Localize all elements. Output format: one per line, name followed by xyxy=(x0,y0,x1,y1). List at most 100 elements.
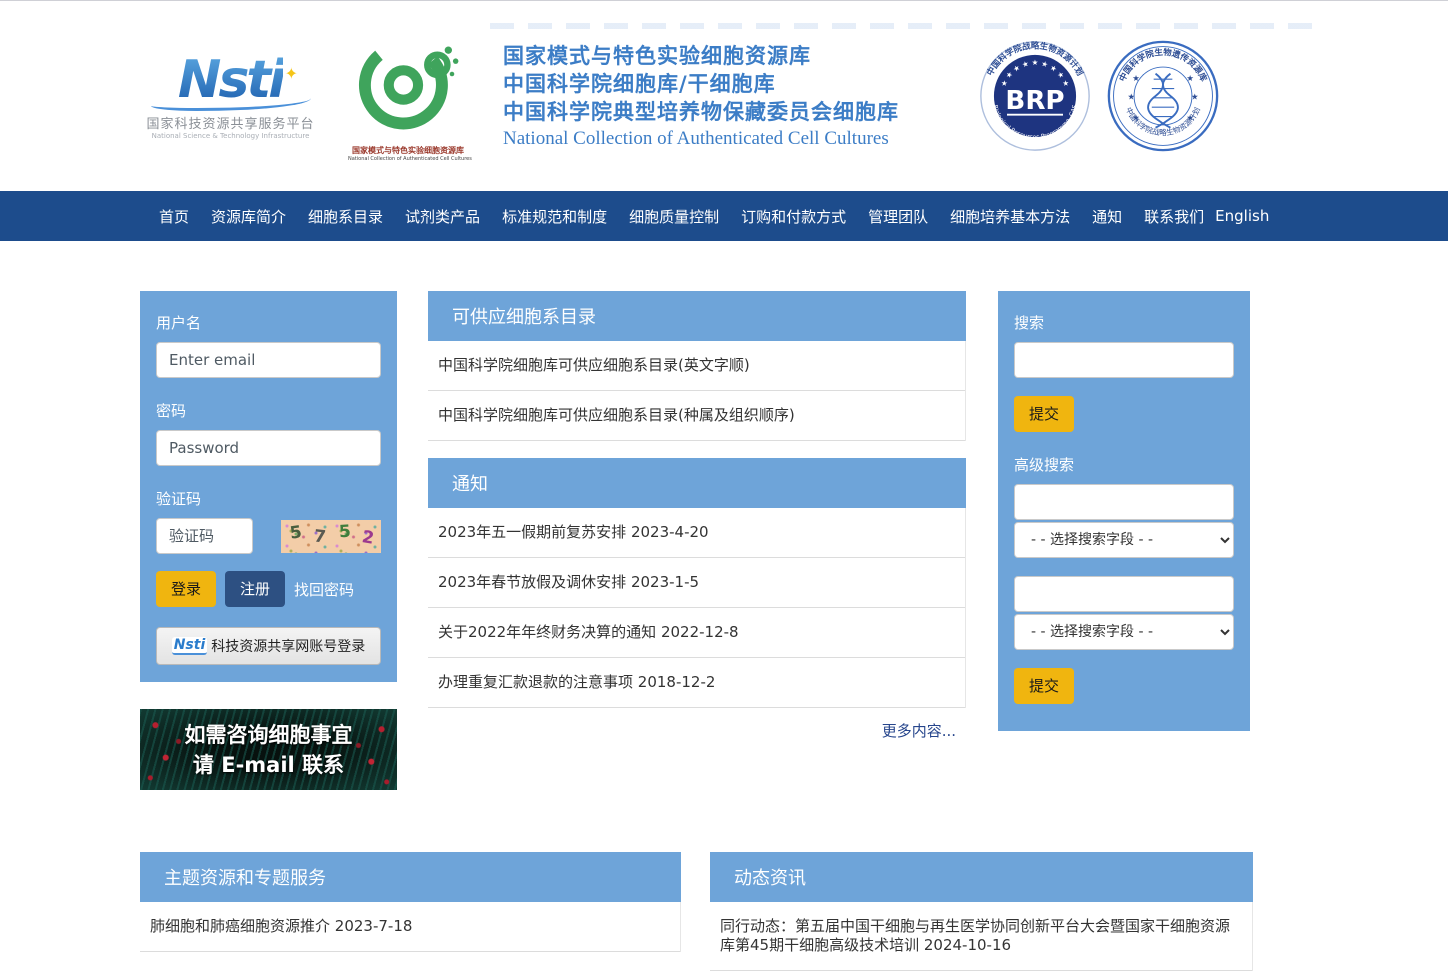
title-line-3: 中国科学院典型培养物保藏委员会细胞库 xyxy=(503,98,899,126)
main-nav: 首页 资源库简介 细胞系目录 试剂类产品 标准规范和制度 细胞质量控制 订购和付… xyxy=(0,191,1448,241)
left-column: 用户名 密码 验证码 5 7 5 2 登录 注册 找回密码 Nsti xyxy=(140,291,397,790)
topic-title: 肺细胞和肺癌细胞资源推介 xyxy=(150,917,330,935)
nav-item-culture-methods[interactable]: 细胞培养基本方法 xyxy=(939,206,1081,227)
bottom-row: 主题资源和专题服务 肺细胞和肺癌细胞资源推介 2023-7-18 动态资讯 同行… xyxy=(140,852,1448,971)
nav-item-team[interactable]: 管理团队 xyxy=(857,206,939,227)
nav-item-quality-control[interactable]: 细胞质量控制 xyxy=(618,206,730,227)
captcha-label: 验证码 xyxy=(156,488,381,509)
captcha-digit: 5 xyxy=(338,521,351,542)
catalog-item-species-tissue[interactable]: 中国科学院细胞库可供应细胞系目录(种属及组织顺序) xyxy=(428,391,965,441)
nacc-caption-en: National Collection of Authenticated Cel… xyxy=(348,156,468,162)
advanced-search-input-2[interactable] xyxy=(1014,576,1234,612)
site-title: 国家模式与特色实验细胞资源库 中国科学院细胞库/干细胞库 中国科学院典型培养物保… xyxy=(503,42,899,150)
username-label: 用户名 xyxy=(156,312,381,333)
svg-text:BRP: BRP xyxy=(1005,86,1064,116)
search-field-select-wrap: - - 选择搜索字段 - - xyxy=(1014,614,1234,650)
nacc-caption-zh: 国家模式与特色实验细胞资源库 xyxy=(348,145,468,156)
login-button[interactable]: 登录 xyxy=(156,571,216,607)
banner-line-2: 请 E-mail 联系 xyxy=(193,750,344,780)
brp-badge-icon: 中国科学院战略生物资源计划 ★ ★ ★ ★ ★ ★ ★ ★ ★ BRP Biol… xyxy=(979,40,1091,152)
captcha-row: 5 7 5 2 xyxy=(156,518,381,554)
dna-badge-icon: 中国科学院生物遗传资源库 中国科学院战略生物资源计划 ★★ ★★ ★★ xyxy=(1107,40,1219,152)
news-item[interactable]: 同行动态：第五届中国干细胞与再生医学协同创新平台大会暨国家干细胞资源库第45期干… xyxy=(710,902,1252,971)
captcha-image[interactable]: 5 7 5 2 xyxy=(281,520,381,553)
forgot-password-link[interactable]: 找回密码 xyxy=(294,579,354,600)
login-panel: 用户名 密码 验证码 5 7 5 2 登录 注册 找回密码 Nsti xyxy=(140,291,397,682)
advanced-search-input-1[interactable] xyxy=(1014,484,1234,520)
search-panel: 搜索 提交 高级搜索 - - 选择搜索字段 - - - - 选择搜索字段 - -… xyxy=(998,291,1250,731)
notice-item[interactable]: 2023年春节放假及调休安排 2023-1-5 xyxy=(428,558,965,608)
nav-item-reagents[interactable]: 试剂类产品 xyxy=(394,206,491,227)
svg-text:★: ★ xyxy=(1191,92,1199,102)
search-label: 搜索 xyxy=(1014,312,1234,333)
svg-text:★: ★ xyxy=(1186,112,1194,122)
nacc-logo[interactable]: 国家模式与特色实验细胞资源库 National Collection of Au… xyxy=(348,30,468,162)
nsti-account-login-button[interactable]: Nsti 科技资源共享网账号登录 xyxy=(156,627,381,665)
catalog-section-header: 可供应细胞系目录 xyxy=(428,291,966,341)
register-button[interactable]: 注册 xyxy=(225,571,285,607)
nsti-login-label: 科技资源共享网账号登录 xyxy=(211,636,365,656)
email-contact-banner[interactable]: 如需咨询细胞事宜 请 E-mail 联系 xyxy=(140,709,397,790)
notice-date: 2022-12-8 xyxy=(661,623,739,641)
site-header: Nsti ✦ 国家科技资源共享服务平台 National Science & T… xyxy=(0,1,1448,191)
catalog-section: 可供应细胞系目录 中国科学院细胞库可供应细胞系目录(英文字顺) 中国科学院细胞库… xyxy=(428,291,966,441)
catalog-list: 中国科学院细胞库可供应细胞系目录(英文字顺) 中国科学院细胞库可供应细胞系目录(… xyxy=(428,341,966,441)
nav-item-cell-catalog[interactable]: 细胞系目录 xyxy=(297,206,394,227)
nav-item-notices[interactable]: 通知 xyxy=(1081,206,1133,227)
topics-list: 肺细胞和肺癌细胞资源推介 2023-7-18 xyxy=(140,902,681,952)
notice-title: 2023年春节放假及调休安排 xyxy=(438,573,626,591)
notice-item[interactable]: 2023年五一假期前复苏安排 2023-4-20 xyxy=(428,508,965,558)
password-input[interactable] xyxy=(156,430,381,466)
notices-section: 通知 2023年五一假期前复苏安排 2023-4-20 2023年春节放假及调休… xyxy=(428,458,966,741)
topic-date: 2023-7-18 xyxy=(335,917,413,935)
topics-section-header: 主题资源和专题服务 xyxy=(140,852,681,902)
captcha-digit: 2 xyxy=(360,527,375,549)
nav-english-toggle[interactable]: English xyxy=(1215,207,1269,225)
notice-date: 2023-1-5 xyxy=(631,573,699,591)
news-section-header: 动态资讯 xyxy=(710,852,1253,902)
nav-item-ordering-payment[interactable]: 订购和付款方式 xyxy=(730,206,857,227)
nav-item-home[interactable]: 首页 xyxy=(148,206,200,227)
main-content: 用户名 密码 验证码 5 7 5 2 登录 注册 找回密码 Nsti xyxy=(140,291,1448,790)
nsti-logo[interactable]: Nsti ✦ 国家科技资源共享服务平台 National Science & T… xyxy=(143,53,318,140)
banner-line-1: 如需咨询细胞事宜 xyxy=(185,720,353,750)
cell-bank-ring-icon xyxy=(353,30,463,140)
captcha-input[interactable] xyxy=(156,518,253,554)
search-field-select-wrap: - - 选择搜索字段 - - xyxy=(1014,522,1234,558)
nsti-caption-zh: 国家科技资源共享服务平台 xyxy=(143,113,318,132)
catalog-item-alphabetical[interactable]: 中国科学院细胞库可供应细胞系目录(英文字顺) xyxy=(428,341,965,391)
title-line-2: 中国科学院细胞库/干细胞库 xyxy=(503,70,899,98)
search-field-select-1[interactable]: - - 选择搜索字段 - - xyxy=(1014,522,1234,558)
topic-item[interactable]: 肺细胞和肺癌细胞资源推介 2023-7-18 xyxy=(140,902,680,952)
header-badges: 中国科学院战略生物资源计划 ★ ★ ★ ★ ★ ★ ★ ★ ★ BRP Biol… xyxy=(979,40,1219,152)
nav-item-about[interactable]: 资源库简介 xyxy=(200,206,297,227)
news-list: 同行动态：第五届中国干细胞与再生医学协同创新平台大会暨国家干细胞资源库第45期干… xyxy=(710,902,1253,971)
search-field-select-2[interactable]: - - 选择搜索字段 - - xyxy=(1014,614,1234,650)
middle-column: 可供应细胞系目录 中国科学院细胞库可供应细胞系目录(英文字顺) 中国科学院细胞库… xyxy=(428,291,966,741)
notice-item[interactable]: 办理重复汇款退款的注意事项 2018-12-2 xyxy=(428,658,965,708)
password-label: 密码 xyxy=(156,400,381,421)
captcha-digit: 7 xyxy=(313,526,327,547)
notices-list: 2023年五一假期前复苏安排 2023-4-20 2023年春节放假及调休安排 … xyxy=(428,508,966,708)
notice-title: 2023年五一假期前复苏安排 xyxy=(438,523,626,541)
notice-date: 2018-12-2 xyxy=(638,673,716,691)
search-input[interactable] xyxy=(1014,342,1234,378)
captcha-digit: 5 xyxy=(289,522,304,543)
clipped-header-text-artifact xyxy=(490,23,1320,29)
notices-section-header: 通知 xyxy=(428,458,966,508)
nav-item-standards[interactable]: 标准规范和制度 xyxy=(491,206,618,227)
sparkle-icon: ✦ xyxy=(285,47,295,101)
more-content-link[interactable]: 更多内容... xyxy=(428,720,956,741)
nsti-logo-wordmark: Nsti ✦ xyxy=(178,53,283,107)
svg-text:★: ★ xyxy=(1186,73,1194,83)
username-input[interactable] xyxy=(156,342,381,378)
svg-text:★: ★ xyxy=(1132,73,1140,83)
title-line-1: 国家模式与特色实验细胞资源库 xyxy=(503,42,899,70)
notice-item[interactable]: 关于2022年年终财务决算的通知 2022-12-8 xyxy=(428,608,965,658)
advanced-search-submit-button[interactable]: 提交 xyxy=(1014,668,1074,704)
search-submit-button[interactable]: 提交 xyxy=(1014,396,1074,432)
svg-text:★: ★ xyxy=(1128,92,1136,102)
notice-title: 关于2022年年终财务决算的通知 xyxy=(438,623,656,641)
svg-text:★: ★ xyxy=(1132,112,1140,122)
nav-item-contact[interactable]: 联系我们 xyxy=(1133,206,1215,227)
